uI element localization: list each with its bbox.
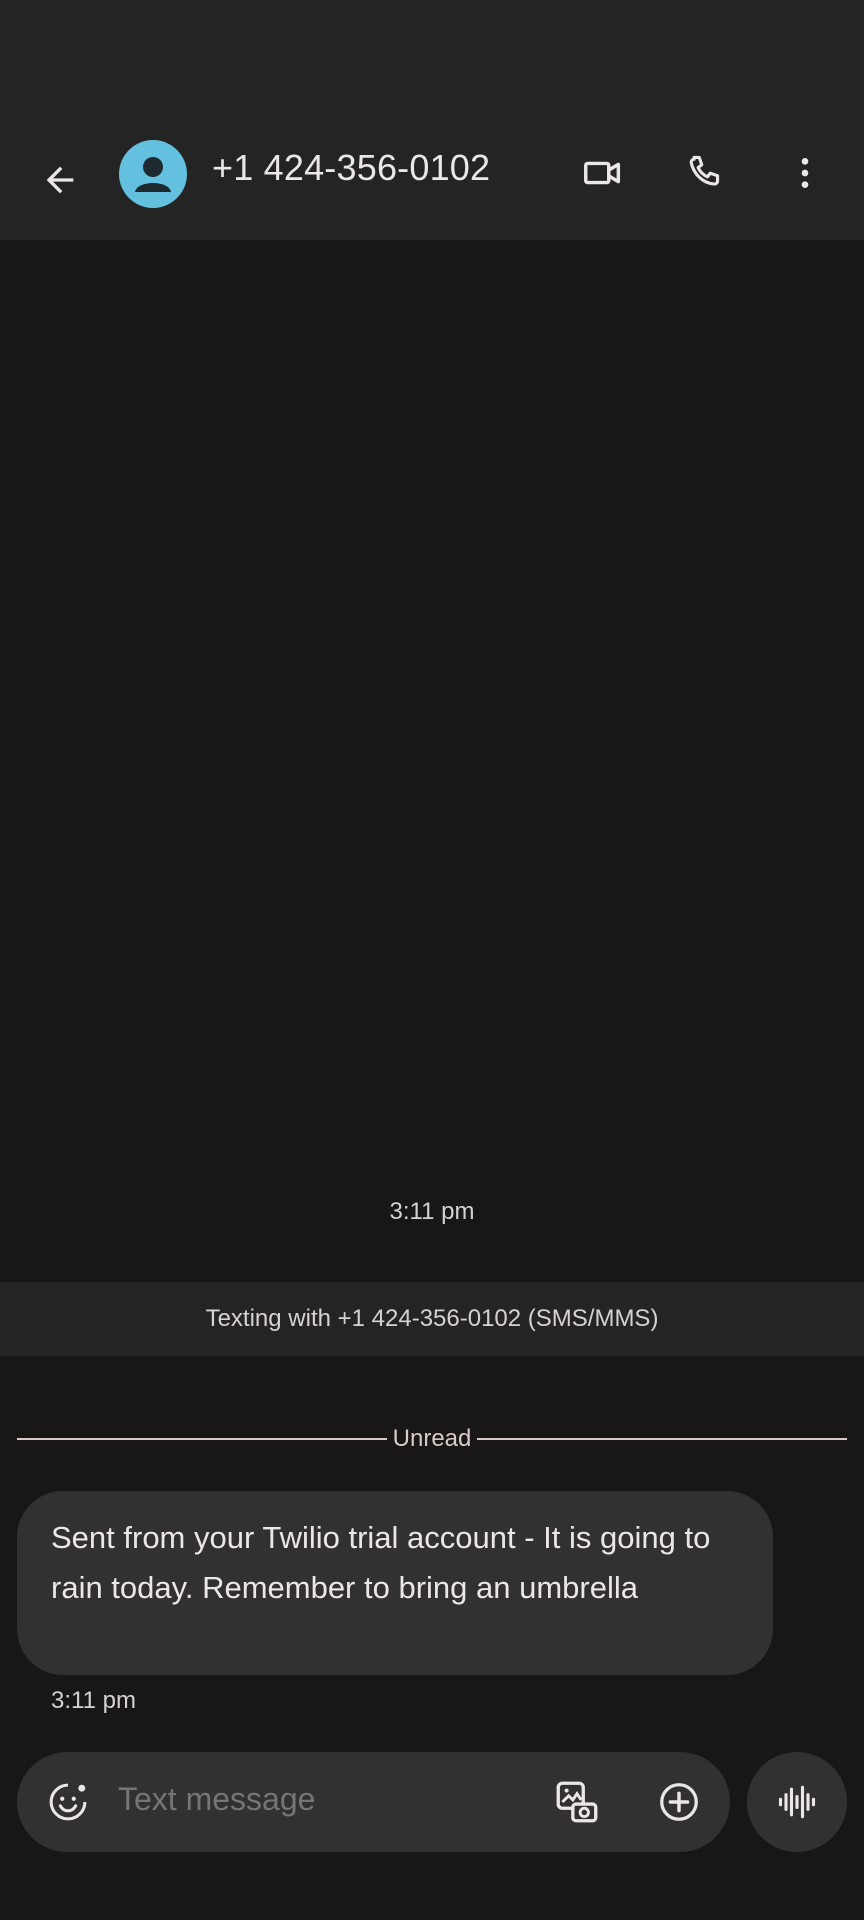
message-timestamp: 3:11 pm	[51, 1687, 136, 1714]
person-icon	[135, 157, 171, 192]
status-bar-area	[0, 0, 864, 120]
add-attachment-button[interactable]	[643, 1766, 715, 1838]
text-message-input[interactable]	[118, 1781, 418, 1818]
message-text: Sent from your Twilio trial account - It…	[51, 1520, 711, 1605]
contact-title[interactable]: +1 424-356-0102	[212, 147, 490, 189]
conversation-timestamp: 3:11 pm	[389, 1198, 475, 1225]
more-options-button[interactable]	[769, 137, 841, 209]
voice-message-button[interactable]	[747, 1752, 847, 1852]
video-call-icon	[584, 161, 621, 185]
add-icon	[660, 1783, 698, 1821]
voice-waveform-icon	[778, 1785, 816, 1819]
message-bubble[interactable]: Sent from your Twilio trial account - It…	[17, 1491, 773, 1675]
emoji-icon	[49, 1783, 87, 1821]
unread-divider: Unread	[17, 1424, 847, 1454]
gallery-button[interactable]	[541, 1766, 613, 1838]
phone-icon	[689, 155, 720, 186]
texting-with-banner: Texting with +1 424-356-0102 (SMS/MMS)	[0, 1282, 864, 1356]
arrow-back-icon	[46, 166, 74, 194]
video-call-button[interactable]	[567, 137, 639, 209]
unread-label: Unread	[392, 1425, 472, 1452]
phone-call-button[interactable]	[668, 137, 740, 209]
contact-avatar[interactable]	[119, 140, 187, 208]
emoji-button[interactable]	[32, 1766, 104, 1838]
more-vert-icon	[801, 158, 809, 188]
back-button[interactable]	[24, 144, 96, 216]
divider-line-left	[17, 1438, 387, 1440]
divider-line-right	[477, 1438, 847, 1440]
texting-with-text: Texting with +1 424-356-0102 (SMS/MMS)	[205, 1305, 659, 1332]
gallery-icon	[556, 1781, 598, 1823]
